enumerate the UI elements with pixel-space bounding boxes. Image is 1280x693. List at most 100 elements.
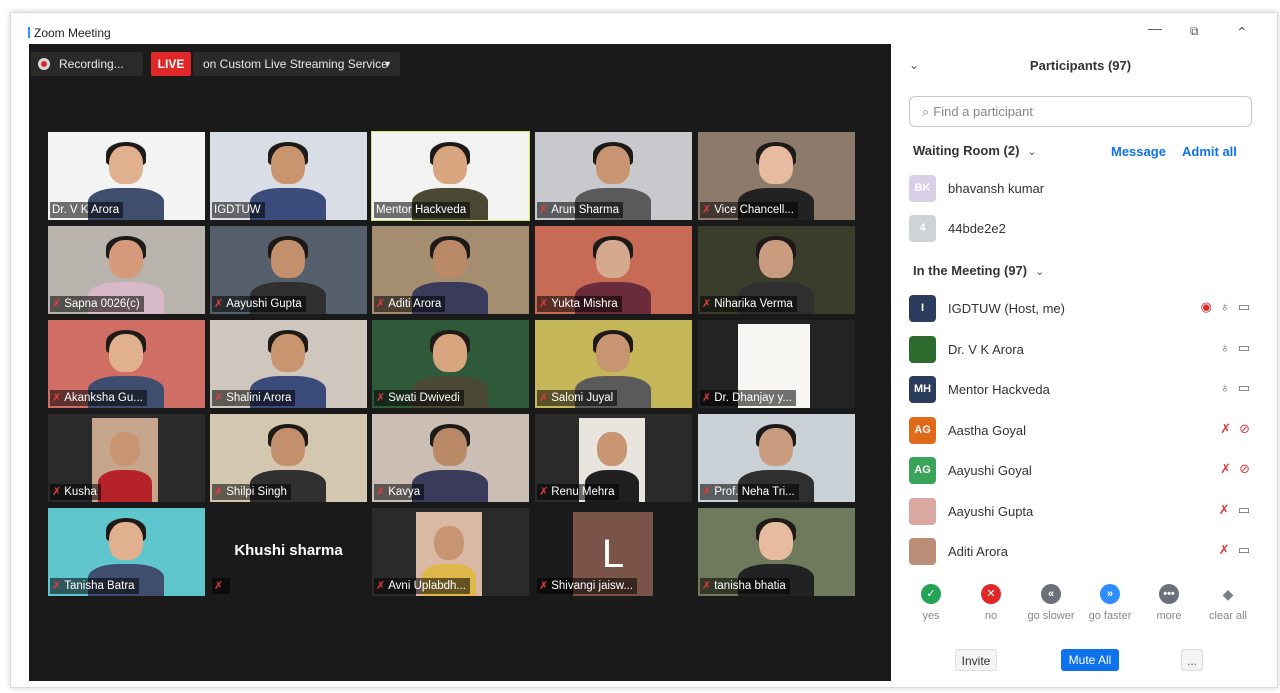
mic-muted-icon: ✗: [214, 486, 224, 498]
recording-icon: ◉: [1200, 299, 1212, 314]
mic-muted-icon: ✗: [702, 298, 712, 310]
participant-name: Aditi Arora: [948, 544, 1008, 559]
message-button[interactable]: Message: [1111, 144, 1166, 159]
video-tile[interactable]: ✗ Tanisha Batra: [48, 508, 205, 596]
mic-icon[interactable]: ♁: [1220, 299, 1230, 314]
video-tile[interactable]: ✗ Kavya: [372, 414, 529, 502]
video-tile[interactable]: ✗ Sapna 0026(c): [48, 226, 205, 314]
tile-name: Swati Dwivedi: [388, 392, 460, 404]
in-meeting-header[interactable]: In the Meeting (97) ⌄: [913, 263, 1044, 278]
mic-icon[interactable]: ♁: [1220, 340, 1230, 355]
video-camera-icon[interactable]: ▭: [1238, 542, 1250, 557]
mic-muted-icon[interactable]: ✗: [1219, 542, 1230, 557]
window-title: Zoom Meeting: [28, 26, 111, 42]
mute-all-button[interactable]: Mute All: [1061, 649, 1119, 671]
face-shape: [271, 240, 305, 278]
participant-row[interactable]: AG Aastha Goyal ✗ ⊘: [909, 415, 1252, 445]
video-tile[interactable]: ✗ Arun Sharma: [535, 132, 692, 220]
mic-icon[interactable]: ♁: [1220, 380, 1230, 395]
tile-name: Shilpi Singh: [226, 486, 287, 498]
participant-row[interactable]: AG Aayushi Goyal ✗ ⊘: [909, 455, 1252, 485]
mic-muted-icon: ✗: [539, 298, 549, 310]
video-tile[interactable]: ✗ Aditi Arora: [372, 226, 529, 314]
recording-indicator[interactable]: Recording...: [31, 52, 143, 76]
search-icon: ⌕: [922, 104, 930, 119]
participant-row[interactable]: Aditi Arora ✗ ▭: [909, 536, 1252, 566]
face-shape: [596, 146, 630, 184]
video-tile[interactable]: ✗ Vice Chancell...: [698, 132, 855, 220]
video-camera-icon[interactable]: ▭: [1238, 340, 1250, 355]
video-tile[interactable]: ✗ Akanksha Gu...: [48, 320, 205, 408]
video-tile[interactable]: Dr. V K Arora: [48, 132, 205, 220]
more-options-button[interactable]: ...: [1181, 649, 1203, 671]
tile-name-label: ✗ Shalini Arora: [212, 390, 296, 406]
reaction-clear-all-button[interactable]: ◆ clear all: [1198, 584, 1258, 622]
mic-muted-icon[interactable]: ✗: [1220, 461, 1231, 476]
video-tile[interactable]: ✗ Renu Mehra: [535, 414, 692, 502]
tile-name-label: ✗ Dr. Dhanjay y...: [700, 390, 796, 406]
streaming-service-dropdown[interactable]: on Custom Live Streaming Service ▼: [193, 52, 400, 76]
mic-muted-icon: ✗: [376, 486, 386, 498]
video-tile[interactable]: ✗ Dr. Dhanjay y...: [698, 320, 855, 408]
minimize-button[interactable]: —: [1148, 20, 1162, 36]
tile-name-label: ✗ Sapna 0026(c): [50, 296, 144, 312]
avatar: 4: [909, 215, 936, 242]
reaction-go-faster-button[interactable]: » go faster: [1080, 584, 1140, 622]
tile-name-label: IGDTUW: [212, 202, 265, 218]
waiting-room-header[interactable]: Waiting Room (2) ⌄: [913, 143, 1037, 158]
participant-row[interactable]: Aayushi Gupta ✗ ▭: [909, 496, 1252, 526]
video-camera-icon[interactable]: ▭: [1238, 299, 1250, 314]
video-camera-icon[interactable]: ▭: [1238, 502, 1250, 517]
face-shape: [109, 522, 143, 560]
reaction-icon: »: [1100, 584, 1120, 604]
face-shape: [759, 146, 793, 184]
mic-muted-icon[interactable]: ✗: [1220, 421, 1231, 436]
tile-name: Shalini Arora: [226, 392, 292, 404]
video-off-icon[interactable]: ⊘: [1239, 421, 1250, 436]
collapse-panel-button[interactable]: ⌃: [1236, 24, 1248, 41]
video-tile[interactable]: ✗ tanisha bhatia: [698, 508, 855, 596]
video-tile[interactable]: ✗ Niharika Verma: [698, 226, 855, 314]
reaction-more-button[interactable]: ••• more: [1139, 584, 1199, 622]
participant-row[interactable]: MH Mentor Hackveda ♁ ▭: [909, 374, 1252, 404]
tile-name: Dr. V K Arora: [52, 204, 120, 216]
video-tile-grid: Dr. V K Arora IGDTUW Mentor Hackveda ✗ Arun …: [48, 131, 858, 598]
video-tile[interactable]: ✗ Swati Dwivedi: [372, 320, 529, 408]
avatar: [909, 538, 936, 565]
video-tile[interactable]: ✗ Saloni Juyal: [535, 320, 692, 408]
video-tile[interactable]: Mentor Hackveda: [371, 131, 530, 221]
video-off-icon[interactable]: ⊘: [1239, 461, 1250, 476]
video-tile[interactable]: Khushi sharma ✗: [210, 508, 367, 596]
tile-name-label: ✗ Aditi Arora: [374, 296, 446, 312]
video-tile[interactable]: ✗ Prof. Neha Tri...: [698, 414, 855, 502]
restore-button[interactable]: ⧉: [1190, 24, 1199, 39]
video-tile[interactable]: L ✗ Shivangi jaisw...: [535, 508, 692, 596]
video-tile[interactable]: ✗ Shilpi Singh: [210, 414, 367, 502]
reaction-no-button[interactable]: ✕ no: [961, 584, 1021, 622]
tile-name-label: Dr. V K Arora: [50, 202, 124, 218]
participant-search-input[interactable]: ⌕ Find a participant: [909, 96, 1252, 127]
reaction-label: go slower: [1027, 610, 1075, 622]
video-tile[interactable]: ✗ Kusha: [48, 414, 205, 502]
admit-all-button[interactable]: Admit all: [1182, 144, 1237, 159]
chevron-down-icon: ⌄: [1027, 146, 1037, 158]
reaction-go-slower-button[interactable]: « go slower: [1021, 584, 1081, 622]
invite-button[interactable]: Invite: [955, 649, 997, 671]
video-tile[interactable]: ✗ Yukta Mishra: [535, 226, 692, 314]
waiting-room-item[interactable]: BK bhavansh kumar: [909, 173, 1252, 203]
mic-muted-icon: ✗: [214, 298, 224, 310]
video-tile[interactable]: ✗ Shalini Arora: [210, 320, 367, 408]
mic-muted-icon: ✗: [702, 580, 712, 592]
reaction-yes-button[interactable]: ✓ yes: [901, 584, 961, 622]
mic-muted-icon[interactable]: ✗: [1219, 502, 1230, 517]
participant-row[interactable]: Dr. V K Arora ♁ ▭: [909, 334, 1252, 364]
mic-muted-icon: ✗: [539, 486, 549, 498]
video-tile[interactable]: IGDTUW: [210, 132, 367, 220]
waiting-room-item[interactable]: 4 44bde2e2: [909, 213, 1252, 243]
participant-row[interactable]: I IGDTUW (Host, me) ◉ ♁ ▭: [909, 293, 1252, 323]
display-name: Khushi sharma: [234, 542, 343, 559]
video-tile[interactable]: ✗ Avni Uplabdh...: [372, 508, 529, 596]
participant-name: Aayushi Goyal: [948, 463, 1032, 478]
video-camera-icon[interactable]: ▭: [1238, 380, 1250, 395]
video-tile[interactable]: ✗ Aayushi Gupta: [210, 226, 367, 314]
